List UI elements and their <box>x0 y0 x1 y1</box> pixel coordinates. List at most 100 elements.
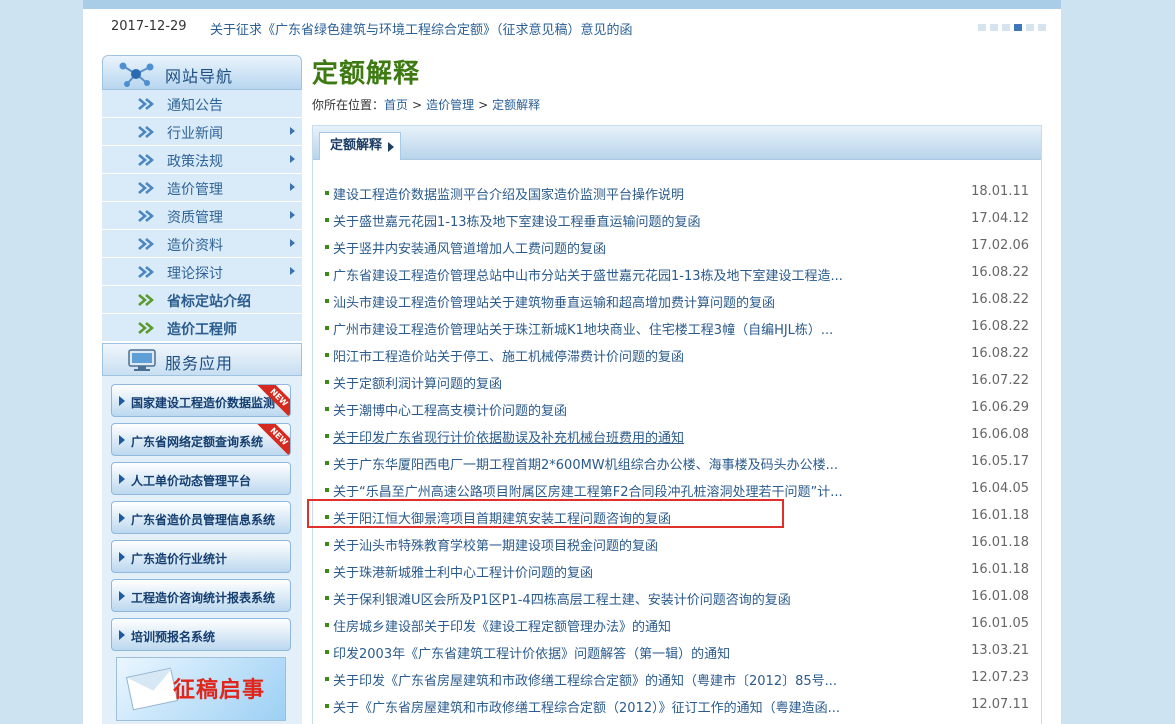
chevron-right-icon <box>290 183 295 191</box>
carousel-dot[interactable] <box>1002 24 1010 31</box>
bullet-icon <box>325 623 329 627</box>
double-arrow-icon <box>138 238 154 250</box>
article-link[interactable]: 关于印发《广东省房屋建筑和市政修缮工程综合定额》的通知（粤建市〔2012〕85号… <box>333 670 893 689</box>
tab-label: 定额解释 <box>330 138 383 153</box>
article-link[interactable]: 关于“乐昌至广州高速公路项目附属区房建工程第F2合同段冲孔桩溶洞处理若干问题”计… <box>333 481 893 500</box>
triangle-right-icon <box>119 630 125 640</box>
carousel-dot-active[interactable] <box>1014 24 1022 31</box>
article-link[interactable]: 关于汕头市特殊教育学校第一期建设项目税金问题的复函 <box>333 535 893 554</box>
chevron-right-icon <box>290 267 295 275</box>
article-link[interactable]: 关于珠港新城雅士利中心工程计价问题的复函 <box>333 562 893 581</box>
article-link[interactable]: 关于保利银滩U区会所及P1区P1-4四栋高层工程土建、安装计价问题咨询的复函 <box>333 589 893 608</box>
bullet-icon <box>325 488 329 492</box>
service-button[interactable]: 广东造价行业统计 <box>111 540 291 573</box>
article-date: 18.01.11 <box>971 184 1029 199</box>
sidebar-nav-item[interactable]: 资质管理 <box>102 202 302 230</box>
sidebar-nav-item[interactable]: 省标定站介绍 <box>102 286 302 314</box>
sidebar-nav-item[interactable]: 造价管理 <box>102 174 302 202</box>
article-row: 关于竖井内安装通风管道增加人工费问题的复函 17.02.06 <box>313 234 1041 261</box>
article-link[interactable]: 关于印发广东省现行计价依据勘误及补充机械台班费用的通知 <box>333 427 893 446</box>
service-button[interactable]: 广东省造价员管理信息系统 <box>111 501 291 534</box>
article-link[interactable]: 住房城乡建设部关于印发《建设工程定额管理办法》的通知 <box>333 616 893 635</box>
article-link[interactable]: 汕头市建设工程造价管理站关于建筑物垂直运输和超高增加费计算问题的复函 <box>333 292 893 311</box>
breadcrumb-cost-management[interactable]: 造价管理 <box>426 98 474 112</box>
network-icon <box>119 62 154 87</box>
nav-header: 网站导航 <box>102 55 302 90</box>
article-link[interactable]: 关于广东华厦阳西电厂一期工程首期2*600MW机组综合办公楼、海事楼及码头办公楼… <box>333 454 893 473</box>
panel-header: 定额解释 <box>313 126 1041 160</box>
highlight-box <box>307 499 784 528</box>
nav-item-label: 省标定站介绍 <box>167 294 251 310</box>
breadcrumb-home[interactable]: 首页 <box>384 98 408 112</box>
article-date: 17.02.06 <box>971 238 1029 253</box>
article-link[interactable]: 关于《广东省房屋建筑和市政修缮工程综合定额（2012）》征订工作的通知（粤建造函… <box>333 697 893 716</box>
bullet-icon <box>325 542 329 546</box>
bullet-icon <box>325 461 329 465</box>
chevron-right-icon <box>290 155 295 163</box>
article-row: 关于印发广东省现行计价依据勘误及补充机械台班费用的通知 16.06.08 <box>313 423 1041 450</box>
double-arrow-icon <box>138 154 154 166</box>
article-date: 16.04.05 <box>971 481 1029 496</box>
article-date: 16.01.18 <box>971 562 1029 577</box>
article-link[interactable]: 广东省建设工程造价管理总站中山市分站关于盛世嘉元花园1-13栋及地下室建设工程造… <box>333 265 893 284</box>
sidebar-nav-item[interactable]: 造价资料 <box>102 230 302 258</box>
service-label: 广东省造价员管理信息系统 <box>131 513 276 527</box>
carousel-dot[interactable] <box>978 24 986 31</box>
article-row: 阳江市工程造价站关于停工、施工机械停滞费计价问题的复函 16.08.22 <box>313 342 1041 369</box>
sidebar-nav-item[interactable]: 政策法规 <box>102 146 302 174</box>
bullet-icon <box>325 650 329 654</box>
article-link[interactable]: 广州市建设工程造价管理站关于珠江新城K1地块商业、住宅楼工程3幢（自编HJL栋）… <box>333 319 893 338</box>
article-date: 16.08.22 <box>971 346 1029 361</box>
service-button[interactable]: 人工单价动态管理平台 <box>111 462 291 495</box>
sidebar-nav-item[interactable]: 理论探讨 <box>102 258 302 286</box>
service-button[interactable]: 培训预报名系统 <box>111 618 291 651</box>
notice-link[interactable]: 关于征求《广东省绿色建筑与环境工程综合定额》（征求意见稿）意见的函 <box>210 19 633 38</box>
article-link[interactable]: 建设工程造价数据监测平台介绍及国家造价监测平台操作说明 <box>333 184 893 203</box>
bullet-icon <box>325 380 329 384</box>
double-arrow-icon <box>138 322 154 334</box>
article-link[interactable]: 关于盛世嘉元花园1-13栋及地下室建设工程垂直运输问题的复函 <box>333 211 893 230</box>
service-button[interactable]: 工程造价咨询统计报表系统 <box>111 579 291 612</box>
article-date: 16.08.22 <box>971 319 1029 334</box>
bullet-icon <box>325 596 329 600</box>
carousel-dot[interactable] <box>1038 24 1046 31</box>
bullet-icon <box>325 218 329 222</box>
chevron-right-icon <box>290 127 295 135</box>
article-date: 16.06.29 <box>971 400 1029 415</box>
tab-quota-explanation[interactable]: 定额解释 <box>319 132 402 160</box>
service-button[interactable]: 国家建设工程造价数据监测 NEW <box>111 384 291 417</box>
carousel-dot[interactable] <box>990 24 998 31</box>
call-for-papers-banner[interactable]: 征稿启事 <box>116 657 286 721</box>
sidebar-nav-item[interactable]: 行业新闻 <box>102 118 302 146</box>
double-arrow-icon <box>138 126 154 138</box>
services-header: 服务应用 <box>102 343 302 376</box>
page-title: 定额解释 <box>312 59 421 89</box>
sidebar-nav-item[interactable]: 通知公告 <box>102 90 302 118</box>
article-date: 16.01.08 <box>971 589 1029 604</box>
article-link[interactable]: 关于潮博中心工程高支模计价问题的复函 <box>333 400 893 419</box>
article-link[interactable]: 关于定额利润计算问题的复函 <box>333 373 893 392</box>
page-container: 2017-12-29 关于征求《广东省绿色建筑与环境工程综合定额》（征求意见稿）… <box>83 0 1061 724</box>
nav-item-label: 资质管理 <box>167 210 223 226</box>
article-link[interactable]: 关于竖井内安装通风管道增加人工费问题的复函 <box>333 238 893 257</box>
article-link[interactable]: 印发2003年《广东省建筑工程计价依据》问题解答（第一辑）的通知 <box>333 643 893 662</box>
triangle-right-icon <box>119 435 125 445</box>
carousel-dot[interactable] <box>1026 24 1034 31</box>
double-arrow-icon <box>138 210 154 222</box>
service-label: 广东造价行业统计 <box>131 552 228 566</box>
sidebar-nav-item[interactable]: 造价工程师 <box>102 314 302 342</box>
service-button[interactable]: 广东省网络定额查询系统 NEW <box>111 423 291 456</box>
chevron-right-icon <box>290 211 295 219</box>
article-link[interactable]: 阳江市工程造价站关于停工、施工机械停滞费计价问题的复函 <box>333 346 893 365</box>
bullet-icon <box>325 677 329 681</box>
breadcrumb-current[interactable]: 定额解释 <box>492 98 540 112</box>
top-strip <box>83 0 1061 9</box>
article-row: 关于保利银滩U区会所及P1区P1-4四栋高层工程土建、安装计价问题咨询的复函 16… <box>313 585 1041 612</box>
double-arrow-icon <box>138 294 154 306</box>
article-row: 关于珠港新城雅士利中心工程计价问题的复函 16.01.18 <box>313 558 1041 585</box>
article-row: 印发2003年《广东省建筑工程计价依据》问题解答（第一辑）的通知 13.03.21 <box>313 639 1041 666</box>
notice-bar: 2017-12-29 关于征求《广东省绿色建筑与环境工程综合定额》（征求意见稿）… <box>83 9 1061 47</box>
bullet-icon <box>325 353 329 357</box>
services-area: 国家建设工程造价数据监测 NEW 广东省网络定额查询系统 NEW 人工单价动态管理平台广… <box>102 376 302 724</box>
double-arrow-icon <box>138 98 154 110</box>
